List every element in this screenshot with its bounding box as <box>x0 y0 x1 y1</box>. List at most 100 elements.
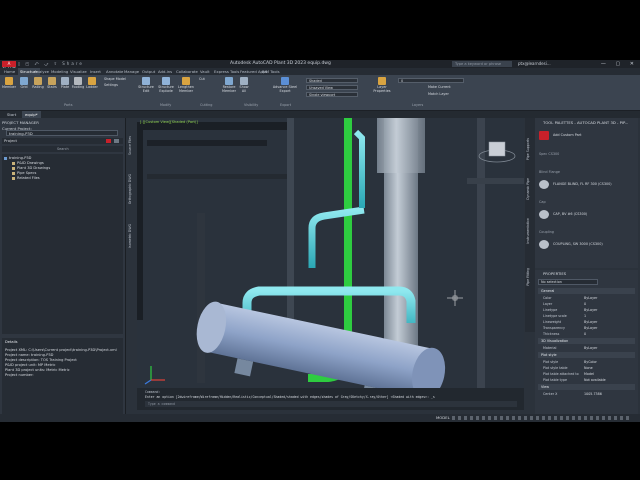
palette-tab-instrumentation[interactable]: Instrumentation <box>526 218 533 244</box>
project-manager-panel: PROJECT MANAGER Current Project: trainin… <box>0 118 126 418</box>
coupling-icon <box>539 240 549 249</box>
search-input[interactable]: Type a keyword or phrase <box>452 61 512 67</box>
ribbon-tab[interactable]: Collaborate <box>176 68 198 75</box>
app-logo[interactable]: A PLANT <box>2 61 16 72</box>
property-value[interactable]: 0 <box>584 331 586 337</box>
steel-column <box>137 130 143 320</box>
show-all-label: Show All <box>239 85 249 93</box>
ribbon-tab[interactable]: Vault <box>200 68 210 75</box>
side-tab-ortho-dwg[interactable]: Orthographic DWG <box>128 174 135 204</box>
palette-section-blind-flange: Blind Flange <box>539 170 560 174</box>
property-group-header[interactable]: Plot style <box>538 352 635 358</box>
model-viewport[interactable]: [-][Custom View][Shaded (Part)] <box>137 118 524 388</box>
tree-label: Related Files <box>17 176 40 180</box>
advance-steel-export-button[interactable]: Advance Steel Export <box>270 77 300 93</box>
ribbon-tab[interactable]: Visualize <box>70 68 87 75</box>
add-custom-part-icon <box>539 131 549 140</box>
stairs-icon <box>48 77 56 85</box>
tool-palettes-title: TOOL PALETTES - AUTOCAD PLANT 3D - PIP..… <box>543 120 629 125</box>
ribbon-tab[interactable]: Modeling <box>51 68 68 75</box>
property-value[interactable]: Not available <box>584 377 606 383</box>
property-value[interactable]: ByLayer <box>584 345 597 351</box>
user-account[interactable]: ptx@learndesi... <box>518 60 551 68</box>
ladder-button[interactable]: Ladder <box>84 77 100 89</box>
selection-dropdown[interactable]: No selection <box>538 279 598 285</box>
property-row[interactable]: Material ByLayer <box>538 345 635 351</box>
layer-properties-button[interactable]: Layer Properties <box>372 77 392 93</box>
panel-label-layers: Layers <box>412 103 424 107</box>
property-value[interactable]: 1005.7386 <box>584 391 602 397</box>
tree-item-related-files[interactable]: Related Files <box>12 176 40 181</box>
palette-item-flange-blind[interactable]: FLANGE BLIND, FL RF 300 (CS300) <box>553 182 612 186</box>
palette-section-spec: Spec CS300 <box>539 152 560 156</box>
ribbon-tab[interactable]: BIM Tools <box>262 68 280 75</box>
ribbon-tab[interactable]: Manage <box>124 68 139 75</box>
details-line: Project XML: C:\Users\Current project\tr… <box>5 348 117 352</box>
side-tabs: Source Files Orthographic DWG Isometric … <box>126 118 137 308</box>
doc-tab-equip[interactable]: equip* <box>22 111 41 118</box>
ribbon-tab[interactable]: Insert <box>90 68 101 75</box>
ribbon: Member Grid Railing Stairs Plate Footing… <box>0 75 640 111</box>
side-tab-iso-dwg[interactable]: Isometric DWG <box>128 224 135 248</box>
member-button[interactable]: Member <box>1 77 17 89</box>
viewport-config-dropdown[interactable]: Single viewport <box>306 92 358 97</box>
property-key: Center X <box>543 392 558 396</box>
ribbon-tab[interactable]: Output <box>142 68 155 75</box>
project-toolbar-icon[interactable] <box>106 139 111 143</box>
restore-member-button[interactable]: Restore Member <box>220 77 238 93</box>
member-icon <box>5 77 13 85</box>
property-group-header[interactable]: General <box>538 288 635 294</box>
project-settings-icon[interactable] <box>114 139 119 143</box>
ribbon-tab[interactable]: Annotate <box>106 68 123 75</box>
project-search-input[interactable]: Search <box>57 146 69 152</box>
window-controls[interactable]: — ▢ ✕ <box>601 60 638 68</box>
tool-palettes-panel: TOOL PALETTES - AUTOCAD PLANT 3D - PIP..… <box>535 118 638 268</box>
command-line: Command: Enter an option [2dwireframe/Wi… <box>137 388 524 410</box>
layer-dropdown[interactable]: 0 <box>398 78 464 83</box>
current-project-dropdown[interactable]: training-P3D <box>6 130 118 136</box>
viewport-controls-label[interactable]: [-][Custom View][Shaded (Part)] <box>140 120 198 124</box>
ribbon-tab[interactable]: Home <box>4 68 15 75</box>
match-layer-button[interactable]: Match Layer <box>428 92 449 97</box>
command-input[interactable]: Type a command <box>145 401 517 407</box>
document-tab-bar: Start equip* <box>0 111 640 118</box>
properties-panel: PROPERTIES No selection General Color ByLa… <box>535 270 638 418</box>
view-dropdown[interactable]: Unsaved View <box>306 85 358 90</box>
doc-tab-start[interactable]: Start <box>4 111 19 118</box>
property-row[interactable]: Thickness 0 <box>538 331 635 337</box>
structure-edit-button[interactable]: Structure Edit <box>136 77 156 93</box>
ribbon-tab[interactable]: Analyze <box>34 68 49 75</box>
status-toggle-icons[interactable] <box>452 416 632 420</box>
ribbon-tab[interactable]: Add-ins <box>158 68 172 75</box>
window-title: Autodesk AutoCAD Plant 3D 2023 equip.dwg <box>230 61 331 66</box>
cap-icon <box>539 210 549 219</box>
tree-label: Pipe Specs <box>17 171 37 175</box>
palette-tab-pipe-fitting[interactable]: Pipe Fitting <box>526 268 533 286</box>
structure-explode-label: Structure Explode <box>158 85 174 93</box>
shape-model-button[interactable]: Shape Model <box>104 77 126 82</box>
make-current-button[interactable]: Make Current <box>428 85 451 90</box>
cut-button[interactable]: Cut <box>199 77 205 82</box>
palette-item-add-custom-part[interactable]: Add Custom Part <box>553 133 581 137</box>
quick-access-toolbar[interactable]: ▯ ◰ ⤺ ⤻ ⇪ Share <box>18 61 84 67</box>
ribbon-tab-bar: Home Structure Analyze Modeling Visualize Ins… <box>0 68 640 75</box>
model-space-button[interactable]: MODEL <box>436 414 450 422</box>
ladder-label: Ladder <box>86 85 98 89</box>
property-row[interactable]: Center X 1005.7386 <box>538 391 635 397</box>
palette-tab-dynamic-pipe[interactable]: Dynamic Pipe <box>526 178 533 200</box>
lengthen-member-button[interactable]: Lengthen Member <box>176 77 196 93</box>
visual-style-dropdown[interactable]: Shaded <box>306 78 358 83</box>
palette-item-cap[interactable]: CAP, BV #6 (CS300) <box>553 212 587 216</box>
property-row[interactable]: Plot table type Not available <box>538 377 635 383</box>
command-history-line: Command: <box>145 390 161 394</box>
structure-explode-button[interactable]: Structure Explode <box>156 77 176 93</box>
palette-item-coupling[interactable]: COUPLING, SW 3000 (CS300) <box>553 242 603 246</box>
show-all-button[interactable]: Show All <box>238 77 250 93</box>
details-line: Project description: TOS Training Projec… <box>5 358 77 362</box>
property-group-header[interactable]: 3D Visualization <box>538 338 635 344</box>
ribbon-tab[interactable]: Express Tools <box>214 68 239 75</box>
property-group-header[interactable]: View <box>538 384 635 390</box>
side-tab-source-files[interactable]: Source Files <box>128 136 135 155</box>
palette-tab-pipe-supports[interactable]: Pipe Supports <box>526 138 533 160</box>
settings-button[interactable]: Settings <box>104 83 118 88</box>
